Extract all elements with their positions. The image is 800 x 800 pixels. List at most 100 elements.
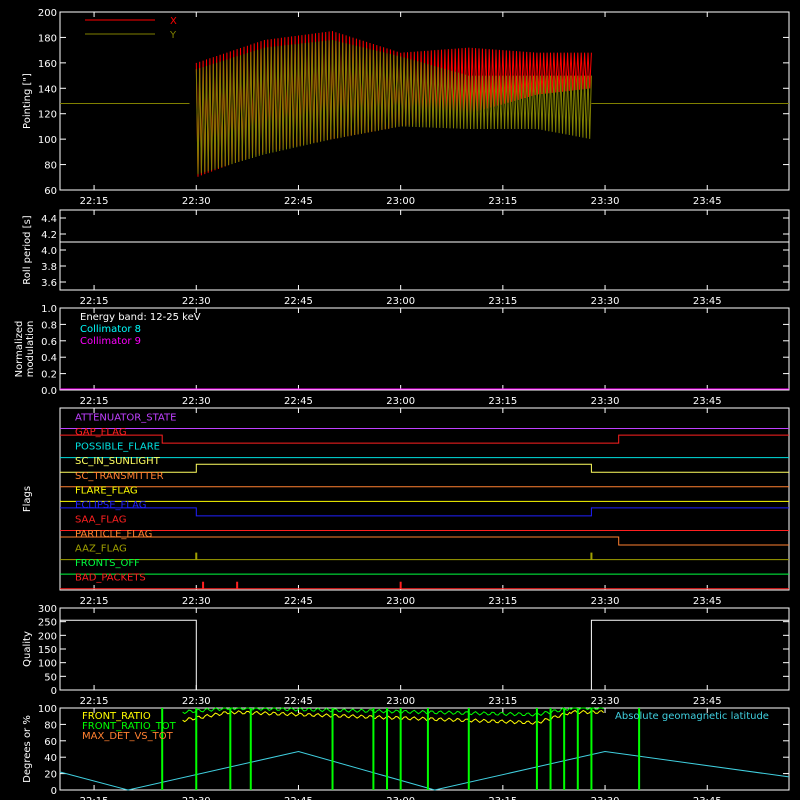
x-tick-label: 22:45 xyxy=(284,596,313,607)
panel-4 xyxy=(59,607,790,691)
flag-label: ECLIPSE_FLAG xyxy=(75,500,146,511)
y-tick-label: 250 xyxy=(38,618,57,629)
y-tick-label: 4.4 xyxy=(41,214,57,225)
flag-label: GAP_FLAG xyxy=(75,427,127,438)
legend-label: MAX_DET_VS_TOT xyxy=(82,731,174,742)
x-tick-label: 23:00 xyxy=(386,296,415,307)
x-tick-label: 23:00 xyxy=(386,196,415,207)
annotation: Collimator 8 xyxy=(80,324,141,335)
x-tick-label: 23:30 xyxy=(591,196,620,207)
x-tick-label: 23:45 xyxy=(693,296,722,307)
flag-label: PARTICLE_FLAG xyxy=(75,529,152,540)
panel-1 xyxy=(59,209,790,291)
panel-3 xyxy=(59,407,790,591)
y-tick-label: 40 xyxy=(44,753,57,764)
y-tick-label: 80 xyxy=(44,720,57,731)
y-tick-label: 300 xyxy=(38,604,57,615)
y-axis-label: Roll period [s] xyxy=(22,215,33,284)
x-tick-label: 23:30 xyxy=(591,296,620,307)
x-tick-label: 23:15 xyxy=(488,196,517,207)
y-tick-label: 150 xyxy=(38,645,57,656)
y-tick-label: 3.6 xyxy=(41,278,57,289)
x-tick-label: 23:45 xyxy=(693,796,722,800)
series-band-Y xyxy=(195,39,592,175)
x-tick-label: 23:15 xyxy=(488,796,517,800)
panel-frame xyxy=(59,209,790,291)
y-tick-label: 60 xyxy=(44,737,57,748)
y-tick-label: 100 xyxy=(38,704,57,715)
flag-label: SC_IN_SUNLIGHT xyxy=(75,456,161,467)
y-tick-label: 0.4 xyxy=(41,353,57,364)
y-tick-label: 20 xyxy=(44,770,57,781)
flag-trace xyxy=(60,507,789,517)
y-tick-label: 200 xyxy=(38,631,57,642)
y-tick-label: 120 xyxy=(38,110,57,121)
flag-trace xyxy=(60,463,789,473)
x-tick-label: 22:15 xyxy=(80,296,109,307)
y-tick-label: 0.2 xyxy=(41,370,57,381)
x-tick-label: 23:15 xyxy=(488,396,517,407)
x-tick-label: 22:15 xyxy=(80,396,109,407)
x-tick-label: 22:15 xyxy=(80,696,109,707)
x-tick-label: 22:45 xyxy=(284,396,313,407)
x-tick-label: 22:30 xyxy=(182,396,211,407)
y-axis-label-line: Normalized xyxy=(14,321,25,378)
y-tick-label: 180 xyxy=(38,33,57,44)
y-axis-label: Quality xyxy=(22,631,33,667)
x-tick-label: 22:15 xyxy=(80,196,109,207)
series-line xyxy=(60,619,789,691)
y-tick-label: 50 xyxy=(44,672,57,683)
legend-label: X xyxy=(170,16,177,27)
x-tick-label: 22:15 xyxy=(80,596,109,607)
y-axis-label: Degrees or % xyxy=(22,715,33,783)
y-tick-label: 0 xyxy=(51,686,57,697)
x-tick-label: 22:30 xyxy=(182,196,211,207)
x-tick-label: 22:30 xyxy=(182,296,211,307)
x-tick-label: 23:00 xyxy=(386,796,415,800)
flag-label: SC_TRANSMITTER xyxy=(75,471,164,482)
flag-label: AAZ_FLAG xyxy=(75,544,127,555)
x-tick-label: 22:30 xyxy=(182,596,211,607)
series-geomagnetic-latitude xyxy=(59,750,790,791)
x-tick-label: 23:30 xyxy=(591,696,620,707)
x-tick-label: 23:15 xyxy=(488,596,517,607)
x-tick-label: 23:45 xyxy=(693,396,722,407)
y-tick-label: 3.8 xyxy=(41,262,57,273)
y-tick-label: 80 xyxy=(44,161,57,172)
flag-trace xyxy=(60,434,789,444)
x-tick-label: 23:15 xyxy=(488,696,517,707)
annotation: Energy band: 12-25 keV xyxy=(80,312,201,323)
y-axis-label-line: modulation xyxy=(25,321,36,378)
y-axis-label: Normalizedmodulation xyxy=(14,321,36,378)
y-tick-label: 0.6 xyxy=(41,337,57,348)
x-tick-label: 22:45 xyxy=(284,696,313,707)
x-tick-label: 23:45 xyxy=(693,696,722,707)
x-tick-label: 23:00 xyxy=(386,696,415,707)
annotation: Collimator 9 xyxy=(80,336,141,347)
figure: 608010012014016018020022:15 22:30 22:45 23:… xyxy=(14,8,790,800)
x-tick-label: 23:30 xyxy=(591,596,620,607)
y-tick-label: 0 xyxy=(51,786,57,797)
x-tick-label: 23:45 xyxy=(693,596,722,607)
y-tick-label: 4.2 xyxy=(41,230,57,241)
x-tick-label: 22:30 xyxy=(182,796,211,800)
flag-label: SAA_FLAG xyxy=(75,514,126,525)
x-tick-label: 22:15 xyxy=(80,796,109,800)
flag-label: FRONTS_OFF xyxy=(75,558,140,569)
legend-label: Y xyxy=(169,30,177,41)
x-tick-label: 22:30 xyxy=(182,696,211,707)
x-tick-label: 23:15 xyxy=(488,296,517,307)
flag-label: ATTENUATOR_STATE xyxy=(75,413,176,424)
y-tick-label: 60 xyxy=(44,186,57,197)
y-axis-label: Flags xyxy=(22,486,33,512)
legend-label: Absolute geomagnetic latitude xyxy=(615,711,769,722)
x-tick-label: 22:45 xyxy=(284,796,313,800)
x-tick-label: 23:00 xyxy=(386,396,415,407)
y-axis-label: Pointing ["] xyxy=(22,73,33,129)
y-tick-label: 0.0 xyxy=(41,386,57,397)
x-tick-label: 22:45 xyxy=(284,296,313,307)
y-tick-label: 4.0 xyxy=(41,246,57,257)
x-tick-label: 23:45 xyxy=(693,196,722,207)
flag-label: POSSIBLE_FLARE xyxy=(75,442,160,453)
y-tick-label: 160 xyxy=(38,59,57,70)
